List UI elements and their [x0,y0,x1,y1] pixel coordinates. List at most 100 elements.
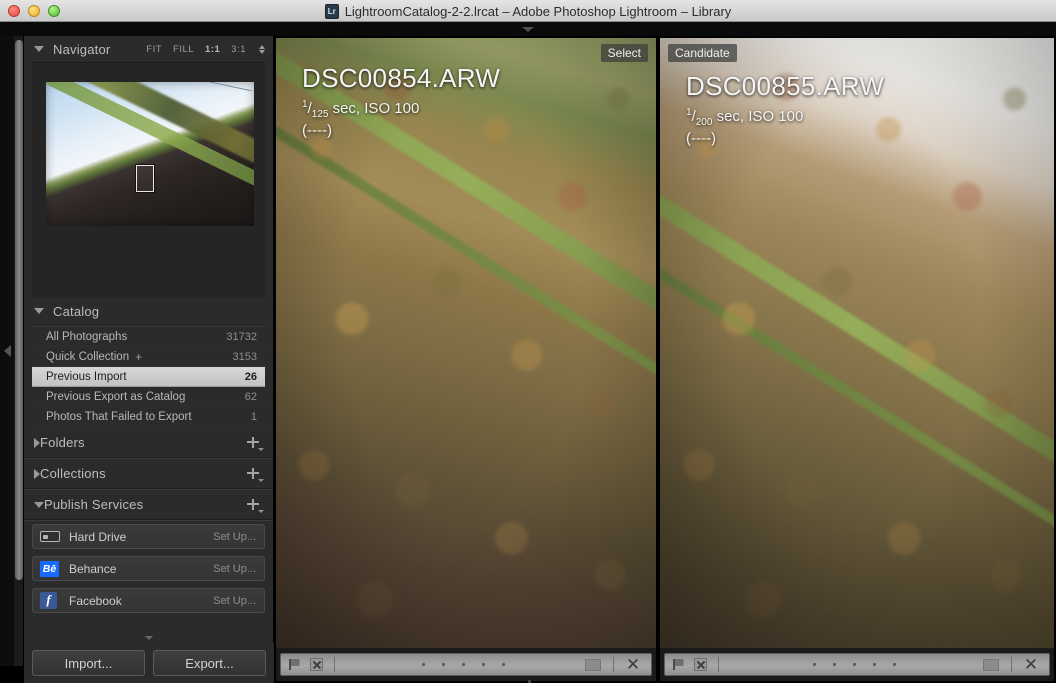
toolbar-divider [334,657,335,672]
toolbar-divider [718,657,719,672]
folders-title: Folders [40,435,85,450]
catalog-row-all-photographs[interactable]: All Photographs 31732 [32,327,265,347]
candidate-photo[interactable]: Candidate DSC00855.ARW 1/200 sec, ISO 10… [660,38,1054,648]
candidate-meta-tail: sec, ISO 100 [712,108,803,125]
catalog-row-previous-import[interactable]: Previous Import 26 [32,367,265,387]
publish-name: Behance [69,562,116,576]
title-center: Lr LightroomCatalog-2-2.lrcat – Adobe Ph… [0,0,1056,22]
flag-reject-icon[interactable] [691,657,709,673]
left-panel-collapse[interactable] [0,36,14,666]
setup-link[interactable]: Set Up... [213,531,256,543]
compare-stage: Select DSC00854.ARW 1/125 sec, ISO 100 (… [274,36,1056,683]
select-exposure: 1/125 sec, ISO 100 [302,99,500,121]
select-photo[interactable]: Select DSC00854.ARW 1/125 sec, ISO 100 (… [276,38,656,648]
sidebar-item-folders[interactable]: Folders [24,428,273,458]
shutter-numerator: 1 [302,99,308,110]
publish-row-behance[interactable]: Bē Behance Set Up... [32,556,265,581]
toolbar-divider [1011,657,1012,672]
nav-mode-fill[interactable]: FILL [173,44,194,55]
candidate-info-overlay: DSC00855.ARW 1/200 sec, ISO 100 (----) [686,72,884,148]
flag-pick-icon[interactable] [286,657,304,673]
candidate-rating-stars[interactable] [725,663,983,666]
navigator-thumbnail[interactable] [46,82,254,226]
select-filename: DSC00854.ARW [302,64,500,94]
nav-mode-1to1[interactable]: 1:1 [205,44,220,55]
add-collection-icon[interactable] [247,467,263,481]
twisty-open-icon[interactable] [34,308,44,314]
candidate-exposure: 1/200 sec, ISO 100 [686,107,884,129]
select-toolstrip: ✕ [280,653,652,676]
stepper-down-icon[interactable] [259,50,265,54]
catalog-list: All Photographs 31732 Quick Collection +… [32,326,265,427]
select-rating-stars[interactable] [341,663,585,666]
hard-drive-icon [40,529,60,545]
chevron-down-icon[interactable] [522,27,534,32]
candidate-filename: DSC00855.ARW [686,72,884,102]
candidate-toolstrip: ✕ [664,653,1050,676]
add-publish-service-icon[interactable] [247,498,263,512]
row-count: 31732 [226,331,257,343]
row-count: 26 [245,371,257,383]
twisty-open-icon[interactable] [34,46,44,52]
setup-link[interactable]: Set Up... [213,563,256,575]
publish-row-hard-drive[interactable]: Hard Drive Set Up... [32,524,265,549]
catalog-title: Catalog [53,304,99,319]
publish-name: Hard Drive [69,530,126,544]
catalog-header[interactable]: Catalog [24,298,273,324]
export-button[interactable]: Export... [153,650,266,676]
top-module-strip[interactable] [0,22,1056,36]
navigator-crop-box[interactable] [136,165,154,192]
navigator-zoom-modes: FIT FILL 1:1 3:1 [146,44,265,55]
flag-reject-icon[interactable] [307,657,325,673]
color-label-swatch[interactable] [983,659,999,671]
publish-row-facebook[interactable]: f Facebook Set Up... [32,588,265,613]
nav-mode-fit[interactable]: FIT [146,44,162,55]
lightroom-icon: Lr [325,4,339,19]
left-panel: Navigator FIT FILL 1:1 3:1 [24,36,274,683]
sidebar-item-collections[interactable]: Collections [24,459,273,489]
shutter-numerator: 1 [686,107,692,118]
select-toolbar: ✕ [276,648,656,681]
nav-mode-3to1[interactable]: 3:1 [231,44,246,55]
flag-pick-icon[interactable] [670,657,688,673]
select-pane[interactable]: Select DSC00854.ARW 1/125 sec, ISO 100 (… [274,36,658,683]
nav-zoom-stepper[interactable] [259,45,265,54]
navigator-header[interactable]: Navigator FIT FILL 1:1 3:1 [24,36,273,62]
publish-services-title: Publish Services [44,497,143,512]
thumbnail-wire [193,82,252,91]
panel-resize-caret[interactable] [24,633,273,643]
select-info-overlay: DSC00854.ARW 1/125 sec, ISO 100 (----) [302,64,500,140]
row-label: All Photographs [46,331,127,343]
candidate-toolbar: ✕ [660,648,1054,681]
stepper-up-icon[interactable] [259,45,265,49]
candidate-badge: Candidate [668,44,737,62]
title-bar: Lr LightroomCatalog-2-2.lrcat – Adobe Ph… [0,0,1056,22]
row-label: Previous Export as Catalog [46,391,185,403]
color-label-swatch[interactable] [585,659,601,671]
import-button[interactable]: Import... [32,650,145,676]
left-panel-buttons: Import... Export... [24,643,274,683]
shutter-denominator: 125 [312,109,329,120]
add-folder-icon[interactable] [247,436,263,450]
candidate-close-icon[interactable]: ✕ [1018,655,1044,675]
select-meta-tail: sec, ISO 100 [328,100,419,117]
row-count: 3153 [233,351,257,363]
row-label: Photos That Failed to Export [46,411,192,423]
candidate-pane[interactable]: Candidate DSC00855.ARW 1/200 sec, ISO 10… [658,36,1056,683]
select-close-icon[interactable]: ✕ [620,655,646,675]
catalog-row-photos-that-failed-to-export[interactable]: Photos That Failed to Export 1 [32,407,265,427]
row-count: 1 [251,411,257,423]
facebook-icon: f [40,593,60,609]
row-label: Quick Collection [46,351,129,363]
sidebar-item-publish-services[interactable]: Publish Services [24,490,273,520]
navigator-preview[interactable] [32,62,265,298]
setup-link[interactable]: Set Up... [213,595,256,607]
navigator-title: Navigator [53,42,110,57]
shutter-denominator: 200 [696,117,713,128]
left-panel-scroll-thumb[interactable] [15,40,23,580]
twisty-open-icon[interactable] [34,502,44,508]
chevron-left-icon[interactable] [4,345,11,357]
catalog-row-previous-export-as-catalog[interactable]: Previous Export as Catalog 62 [32,387,265,407]
collections-title: Collections [40,466,106,481]
catalog-row-quick-collection[interactable]: Quick Collection + 3153 [32,347,265,367]
